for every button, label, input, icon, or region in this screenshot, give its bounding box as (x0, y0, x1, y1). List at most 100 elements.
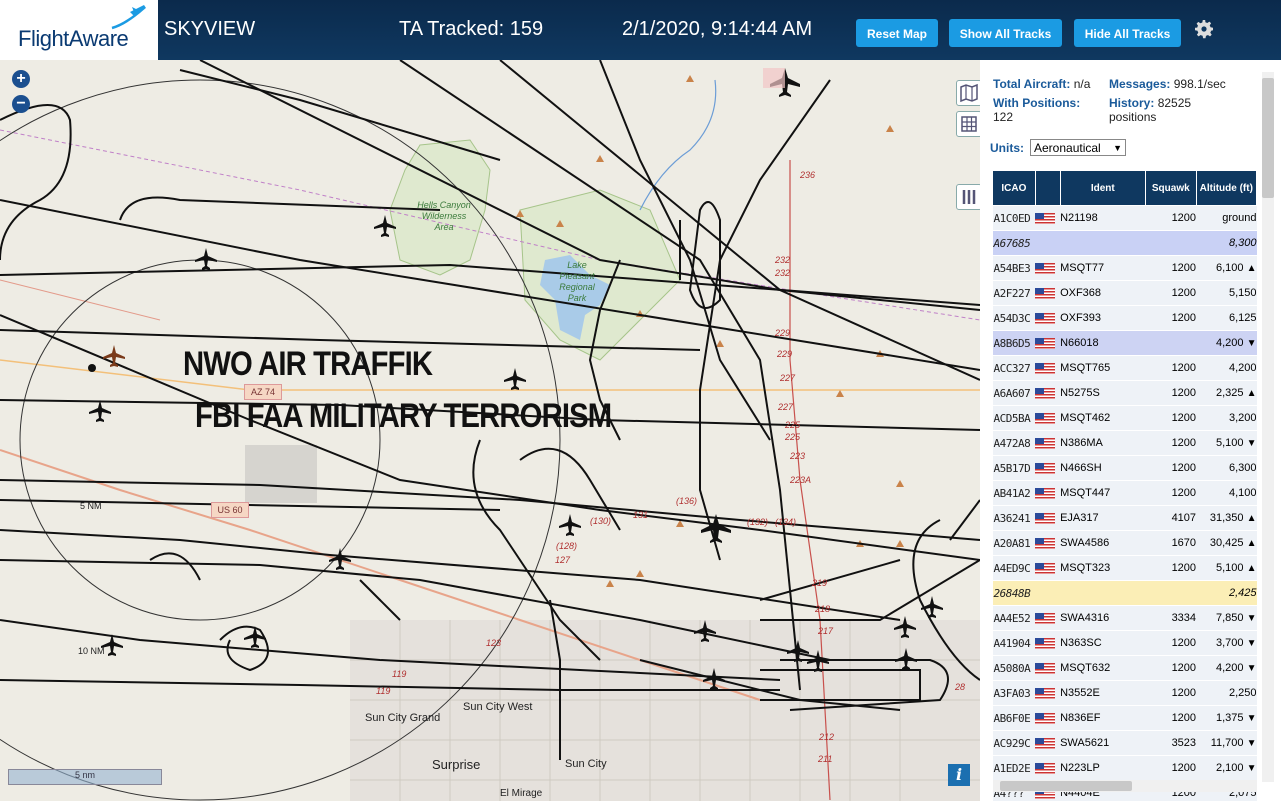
us-flag-icon (1035, 562, 1056, 574)
flag-cell (1035, 380, 1061, 406)
ident-cell: SWA4316 (1060, 605, 1146, 631)
icao-cell: A5080A (992, 655, 1036, 681)
table-row[interactable]: A67685 8,300 (992, 230, 1257, 256)
table-row[interactable]: ACD5BA MSQT462 1200 3,200 (992, 405, 1257, 431)
altitude-value: 7,850 (1216, 612, 1244, 624)
table-row[interactable]: A472A8 N386MA 1200 5,100 ▼ (992, 430, 1257, 456)
table-row[interactable]: A41904 N363SC 1200 3,700 ▼ (992, 630, 1257, 656)
map-layers-icon[interactable] (956, 80, 980, 106)
squawk-cell: 1200 (1145, 355, 1197, 381)
icao-cell: 26848B (992, 580, 1036, 606)
map-canvas[interactable]: Hells Canyon Wilderness Area Lake Pleasa… (0, 60, 980, 801)
table-row[interactable]: AB41A2 MSQT447 1200 4,100 (992, 480, 1257, 506)
us-flag-icon (1035, 462, 1056, 474)
squawk-cell (1145, 230, 1197, 256)
table-row[interactable]: A8B6D5 N66018 4,200 ▼ (992, 330, 1257, 356)
table-row[interactable]: A4ED9C MSQT323 1200 5,100 ▲ (992, 555, 1257, 581)
vertical-scroll-thumb[interactable] (1262, 78, 1274, 198)
table-row[interactable]: A5080A MSQT632 1200 4,200 ▼ (992, 655, 1257, 681)
table-row[interactable]: A54BE3 MSQT77 1200 6,100 ▲ (992, 255, 1257, 281)
column-flag[interactable] (1034, 170, 1061, 206)
ident-cell: OXF368 (1060, 280, 1146, 306)
history-label: History: (1109, 96, 1155, 110)
table-row[interactable]: A6A607 N5275S 1200 2,325 ▲ (992, 380, 1257, 406)
altitude-label: (134) (775, 517, 797, 527)
columns-toggle-icon[interactable] (956, 184, 980, 210)
table-row[interactable]: AB6F0E N836EF 1200 1,375 ▼ (992, 705, 1257, 731)
zoom-out-button[interactable]: − (12, 95, 30, 113)
altitude-cell: ground (1196, 205, 1257, 231)
us-flag-icon (1035, 537, 1056, 549)
table-row[interactable]: A1C0ED N21198 1200 ground (992, 205, 1257, 231)
horizontal-scroll-thumb[interactable] (1000, 781, 1132, 791)
flightaware-logo[interactable]: FlightAware (0, 0, 158, 60)
info-icon[interactable]: i (948, 764, 970, 786)
altitude-value: 31,350 (1209, 512, 1244, 524)
table-row[interactable]: A2F227 OXF368 1200 5,150 (992, 280, 1257, 306)
altitude-value: 8,300 (1228, 237, 1257, 249)
altitude-value: 2,250 (1228, 687, 1257, 699)
flag-cell (1035, 630, 1061, 656)
table-row[interactable]: 26848B 2,425 (992, 580, 1257, 606)
icao-cell: A54D3C (992, 305, 1036, 331)
gear-icon[interactable] (1192, 17, 1216, 41)
table-row[interactable]: A5B17D N466SH 1200 6,300 (992, 455, 1257, 481)
overlay-text-line2: FBI FAA MILITARY TERRORISM (195, 397, 612, 435)
icao-cell: A1C0ED (992, 205, 1036, 231)
column-altitude[interactable]: Altitude (ft) (1195, 170, 1258, 206)
units-select[interactable]: Aeronautical (1030, 139, 1126, 157)
flag-cell (1035, 430, 1061, 456)
icao-cell: A4ED9C (992, 555, 1036, 581)
squawk-cell: 1200 (1145, 405, 1197, 431)
table-row[interactable]: AA4E52 SWA4316 3334 7,850 ▼ (992, 605, 1257, 631)
table-row[interactable]: AC929C SWA5621 3523 11,700 ▼ (992, 730, 1257, 756)
altitude-trend-icon: ▼ (1246, 713, 1257, 724)
route-shield-us60: US 60 (211, 502, 249, 518)
icao-cell: A8B6D5 (992, 330, 1036, 356)
hide-all-tracks-button[interactable]: Hide All Tracks (1074, 19, 1181, 47)
altitude-label: 225 (785, 420, 801, 430)
column-squawk[interactable]: Squawk (1145, 170, 1197, 206)
flag-cell (1035, 530, 1061, 556)
altitude-value: 6,300 (1228, 462, 1257, 474)
altitude-label: 227 (780, 373, 796, 383)
reset-map-button[interactable]: Reset Map (856, 19, 938, 47)
ident-cell: N223LP (1060, 755, 1146, 781)
altitude-value: 3,700 (1216, 637, 1244, 649)
altitude-label: 211 (818, 754, 833, 764)
table-row[interactable]: A1ED2E N223LP 1200 2,100 ▼ (992, 755, 1257, 781)
table-row[interactable]: A54D3C OXF393 1200 6,125 (992, 305, 1257, 331)
flag-cell (1035, 355, 1061, 381)
flag-cell (1035, 255, 1061, 281)
altitude-label: (128) (556, 541, 578, 551)
altitude-label: (130) (590, 516, 612, 526)
squawk-cell: 1670 (1145, 530, 1197, 556)
table-row[interactable]: A20A81 SWA4586 1670 30,425 ▲ (992, 530, 1257, 556)
grid-toggle-icon[interactable] (956, 111, 980, 137)
us-flag-icon (1035, 637, 1056, 649)
table-row[interactable]: A36241 EJA317 4107 31,350 ▲ (992, 505, 1257, 531)
altitude-value: 2,425 (1228, 587, 1257, 599)
us-flag-icon (1035, 487, 1056, 499)
altitude-value: 11,700 (1210, 737, 1244, 749)
icao-cell: A36241 (992, 505, 1036, 531)
ident-cell: MSQT323 (1060, 555, 1146, 581)
us-flag-icon (1035, 687, 1056, 699)
squawk-cell: 1200 (1145, 380, 1197, 406)
altitude-label: 225 (785, 432, 801, 442)
column-ident[interactable]: Ident (1059, 170, 1147, 206)
show-all-tracks-button[interactable]: Show All Tracks (949, 19, 1062, 47)
column-icao[interactable]: ICAO (992, 170, 1036, 206)
altitude-cell: 4,100 (1196, 480, 1257, 506)
altitude-trend-icon: ▼ (1246, 438, 1257, 449)
altitude-cell: 5,150 (1196, 280, 1257, 306)
table-row[interactable]: A3FA03 N3552E 1200 2,250 (992, 680, 1257, 706)
label-hells-canyon: Hells Canyon Wilderness Area (417, 200, 471, 232)
flag-cell (1035, 405, 1061, 431)
table-row[interactable]: ACC327 MSQT765 1200 4,200 (992, 355, 1257, 381)
altitude-label: 218 (815, 604, 831, 614)
altitude-label: (132) (747, 517, 769, 527)
zoom-in-button[interactable]: + (12, 70, 30, 88)
ident-cell: MSQT462 (1060, 405, 1146, 431)
flag-cell (1035, 230, 1061, 256)
